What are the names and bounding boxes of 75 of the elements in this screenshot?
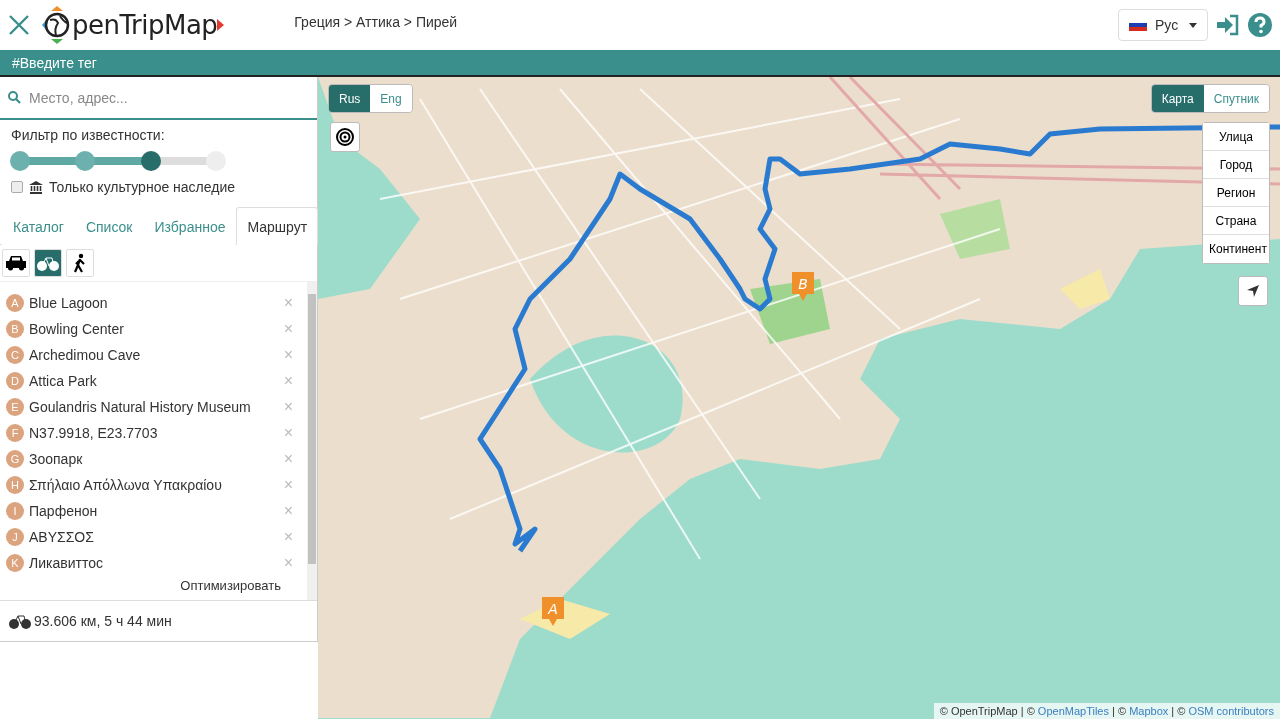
point-letter: K xyxy=(6,554,24,572)
logo-text[interactable]: penTripMap xyxy=(72,10,218,40)
help-icon[interactable] xyxy=(1248,13,1272,37)
point-letter: F xyxy=(6,424,24,442)
sign-in-icon[interactable] xyxy=(1216,14,1240,36)
scrollbar-thumb[interactable] xyxy=(308,294,316,564)
triangle-icon xyxy=(217,19,225,31)
car-icon xyxy=(5,255,27,271)
point-letter: H xyxy=(6,476,24,494)
map-language-toggle[interactable]: Eng xyxy=(370,85,412,112)
target-icon xyxy=(336,128,354,146)
point-letter: E xyxy=(6,398,24,416)
point-letter: B xyxy=(6,320,24,338)
point-name: Blue Lagoon xyxy=(29,295,109,311)
point-letter: C xyxy=(6,346,24,364)
route-point-item[interactable]: A Blue Lagoon × xyxy=(0,290,307,316)
bicycle-icon xyxy=(8,613,32,629)
panel-tab[interactable]: Маршрут xyxy=(236,207,319,245)
route-point-item[interactable]: C Archedimou Cave × xyxy=(0,342,307,368)
slider-stop[interactable] xyxy=(206,151,226,171)
breadcrumb: Греция > Аттика > Пирей xyxy=(294,14,458,30)
route-point-item[interactable]: I Парфенон × xyxy=(0,498,307,524)
point-name: N37.9918, E23.7703 xyxy=(29,425,159,441)
map-attribution: © OpenTripMap | © OpenMapTiles | © Mapbox | © OSM contributors xyxy=(933,703,1280,719)
heritage-checkbox[interactable]: Только культурное наследие xyxy=(0,175,317,199)
point-name: Goulandris Natural History Museum xyxy=(29,399,252,415)
map-layer-toggle[interactable]: Спутник xyxy=(1203,85,1269,112)
travel-mode-button[interactable] xyxy=(66,249,94,277)
slider-stop[interactable] xyxy=(10,151,30,171)
route-point-item[interactable]: F N37.9918, E23.7703 × xyxy=(0,420,307,446)
walking-person-icon xyxy=(73,253,87,273)
zoom-level-button[interactable]: Улица xyxy=(1203,123,1269,151)
search-icon xyxy=(8,91,21,104)
point-letter: I xyxy=(6,502,24,520)
map-layer-toggle[interactable]: Карта xyxy=(1151,85,1204,112)
route-point-item[interactable]: H Σπήλαιο Απόλλωνα Υπακραίου × xyxy=(0,472,307,498)
location-arrow-icon xyxy=(1246,284,1260,298)
route-point-item[interactable]: G Зоопарк × xyxy=(0,446,307,472)
point-name: Archedimou Cave xyxy=(29,347,142,363)
point-letter: D xyxy=(6,372,24,390)
point-name: Ликавиттос xyxy=(29,555,104,571)
tag-input[interactable]: #Введите тег xyxy=(10,53,310,72)
map-language-toggle[interactable]: Rus xyxy=(329,85,371,112)
navigate-button[interactable] xyxy=(1238,276,1268,306)
route-point-item[interactable]: D Attica Park × xyxy=(0,368,307,394)
caret-icon xyxy=(1189,22,1197,28)
slider-stop[interactable] xyxy=(75,151,96,171)
locate-button[interactable] xyxy=(330,122,360,152)
route-point-item[interactable]: E Goulandris Natural History Museum × xyxy=(0,394,307,420)
point-name: Bowling Center xyxy=(29,321,125,337)
slider-stop[interactable] xyxy=(140,151,161,171)
heritage-label: Только культурное наследие xyxy=(49,179,236,195)
attribution-link[interactable]: Mapbox xyxy=(1129,705,1169,717)
point-name: ΑΒΥΣΣΟΣ xyxy=(29,529,95,545)
point-name: Σπήλαιο Απόλλωνα Υπακραίου xyxy=(29,477,223,493)
point-letter: G xyxy=(6,450,24,468)
point-name: Attica Park xyxy=(29,373,98,389)
language-select[interactable]: Рус xyxy=(1118,9,1208,41)
filter-label: Фильтр по известности: xyxy=(10,126,166,145)
close-icon[interactable] xyxy=(8,14,30,36)
museum-icon xyxy=(29,180,43,194)
point-letter: A xyxy=(6,294,24,312)
popularity-slider[interactable] xyxy=(10,151,226,171)
attribution-link[interactable]: OSM contributors xyxy=(1188,705,1274,717)
route-point-item[interactable]: J ΑΒΥΣΣΟΣ × xyxy=(0,524,307,550)
point-name: Парфенон xyxy=(29,503,99,519)
route-summary: 93.606 км, 5 ч 44 мин xyxy=(34,613,172,629)
optimize-link[interactable]: Оптимизировать xyxy=(180,576,281,594)
travel-mode-button[interactable] xyxy=(2,249,30,277)
route-point-item[interactable]: B Bowling Center × xyxy=(0,316,307,342)
bicycle-icon xyxy=(36,255,60,271)
point-name: Зоопарк xyxy=(29,451,84,467)
point-letter: J xyxy=(6,528,24,546)
route-point-item[interactable]: K Ликавиттос × xyxy=(0,550,307,576)
attribution-link[interactable]: OpenMapTiles xyxy=(1037,705,1109,717)
